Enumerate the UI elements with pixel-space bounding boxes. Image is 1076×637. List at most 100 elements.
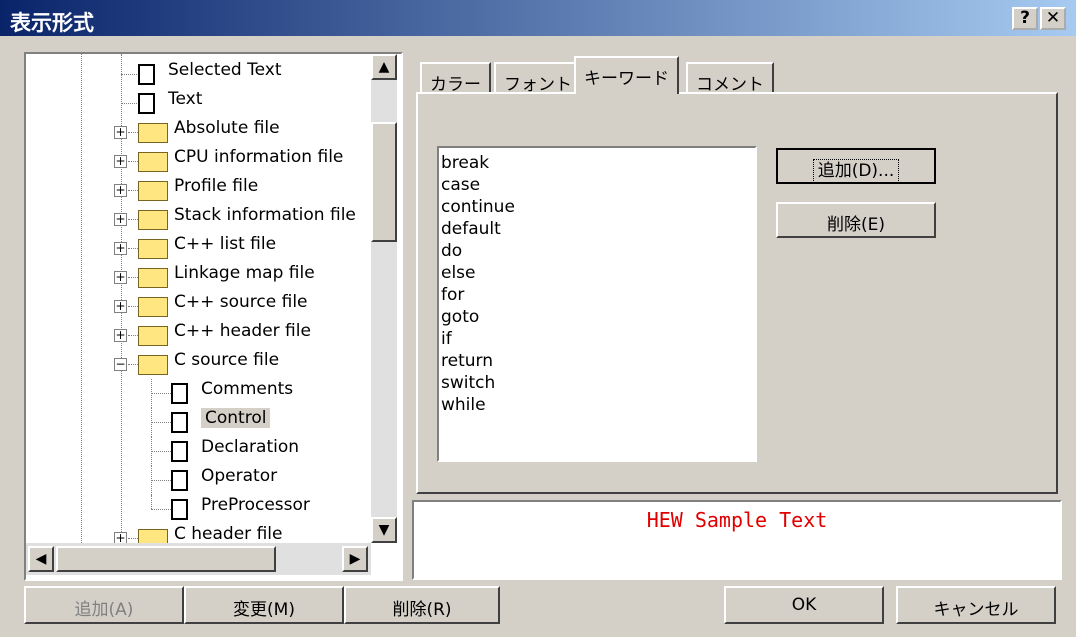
tree-item-label[interactable]: Declaration xyxy=(201,437,299,457)
expand-icon[interactable]: + xyxy=(114,184,127,197)
expand-icon[interactable]: + xyxy=(114,126,127,139)
tree-item-label[interactable]: Selected Text xyxy=(168,60,281,80)
tree-connector xyxy=(151,495,152,509)
expand-icon[interactable]: + xyxy=(114,300,127,313)
tree-connector xyxy=(151,437,152,466)
tree-item-label[interactable]: C header file xyxy=(174,524,282,544)
tree-connector xyxy=(151,408,152,437)
tree-item-label[interactable]: Linkage map file xyxy=(174,263,315,283)
tree-item-label[interactable]: C++ source file xyxy=(174,292,308,312)
tree-connector xyxy=(151,451,171,452)
document-icon xyxy=(171,470,188,491)
close-button[interactable]: ✕ xyxy=(1040,7,1066,30)
document-icon xyxy=(171,412,188,433)
keyword-item[interactable]: goto xyxy=(441,306,753,328)
keyword-add-button[interactable]: 追加(D)... xyxy=(776,148,936,184)
scroll-up-icon[interactable]: ▲ xyxy=(371,54,397,80)
add-label: 追加(A) xyxy=(74,600,134,620)
tree-item-label[interactable]: CPU information file xyxy=(174,147,343,167)
keyword-list[interactable]: break case continue default do else for goto if r… xyxy=(439,148,755,460)
keyword-remove-label: 削除(E) xyxy=(826,215,885,235)
tree-connector xyxy=(151,466,152,495)
folder-icon xyxy=(138,326,168,346)
keyword-remove-button[interactable]: 削除(E) xyxy=(776,202,936,238)
keyword-item[interactable]: case xyxy=(441,174,753,196)
expand-icon[interactable]: + xyxy=(114,242,127,255)
tree-item-label[interactable]: Comments xyxy=(201,379,293,399)
tree-connector xyxy=(128,364,138,365)
folder-icon xyxy=(138,123,168,143)
folder-icon xyxy=(138,355,168,375)
change-label: 変更(M) xyxy=(233,600,295,620)
tree-connector xyxy=(128,538,138,539)
title-bar: 表示形式 xyxy=(0,0,1076,36)
tree-item-label[interactable]: Absolute file xyxy=(174,118,280,138)
keyword-item[interactable]: for xyxy=(441,284,753,306)
keyword-item[interactable]: return xyxy=(441,350,753,372)
tree-connector xyxy=(128,248,138,249)
tree-view[interactable]: Selected Text Text + Absolute file + CPU info… xyxy=(26,54,401,579)
scroll-left-icon[interactable]: ◀ xyxy=(28,546,54,572)
folder-icon xyxy=(138,181,168,201)
tree-connector xyxy=(81,54,82,543)
tab-color[interactable]: カラー xyxy=(420,62,491,95)
folder-icon xyxy=(138,297,168,317)
remove-button[interactable]: 削除(R) xyxy=(344,586,500,624)
tree-connector xyxy=(128,277,138,278)
keyword-item[interactable]: do xyxy=(441,240,753,262)
hscroll-thumb[interactable] xyxy=(56,546,276,572)
scroll-down-icon[interactable]: ▼ xyxy=(371,517,397,543)
tree-item-label[interactable]: Control xyxy=(201,408,271,428)
tree-connector xyxy=(128,335,138,336)
tree-connector xyxy=(151,480,171,481)
keyword-item[interactable]: else xyxy=(441,262,753,284)
tree-item-label[interactable]: C source file xyxy=(174,350,279,370)
help-button[interactable]: ? xyxy=(1012,7,1038,30)
window-title: 表示形式 xyxy=(10,11,94,35)
document-icon xyxy=(138,93,155,114)
tree-item-label[interactable]: Profile file xyxy=(174,176,258,196)
sample-text: HEW Sample Text xyxy=(414,502,1060,578)
tree-hscrollbar[interactable]: ◀ ▶ xyxy=(26,543,371,575)
keyword-item[interactable]: continue xyxy=(441,196,753,218)
expand-icon[interactable]: + xyxy=(114,155,127,168)
tree-item-label[interactable]: Operator xyxy=(201,466,277,486)
keyword-item[interactable]: break xyxy=(441,152,753,174)
cancel-button[interactable]: キャンセル xyxy=(896,586,1056,624)
keyword-item[interactable]: switch xyxy=(441,372,753,394)
tab-comment[interactable]: コメント xyxy=(686,62,774,95)
expand-icon[interactable]: + xyxy=(114,329,127,342)
expand-icon[interactable]: + xyxy=(114,213,127,226)
keyword-item[interactable]: default xyxy=(441,218,753,240)
tree-item-label[interactable]: C++ header file xyxy=(174,321,311,341)
document-icon xyxy=(138,64,155,85)
tree-item-label[interactable]: Text xyxy=(168,89,202,109)
tree-connector xyxy=(151,422,171,423)
tree-connector xyxy=(151,379,152,408)
keyword-add-label: 追加(D)... xyxy=(812,159,900,183)
tree-item-label[interactable]: Stack information file xyxy=(174,205,356,225)
tree-connector xyxy=(151,509,171,510)
document-icon xyxy=(171,383,188,404)
scroll-thumb[interactable] xyxy=(371,122,397,242)
tab-keyword[interactable]: キーワード xyxy=(574,56,679,94)
expand-icon[interactable]: + xyxy=(114,271,127,284)
add-button[interactable]: 追加(A) xyxy=(24,586,184,624)
collapse-icon[interactable]: − xyxy=(114,358,127,371)
folder-icon xyxy=(138,210,168,230)
keyword-item[interactable]: while xyxy=(441,394,753,416)
remove-label: 削除(R) xyxy=(392,600,452,620)
change-button[interactable]: 変更(M) xyxy=(184,586,344,624)
tab-label: キーワード xyxy=(584,69,669,89)
tree-vscrollbar[interactable]: ▲ ▼ xyxy=(371,54,397,543)
folder-icon xyxy=(138,268,168,288)
keyword-item[interactable]: if xyxy=(441,328,753,350)
tab-font[interactable]: フォント xyxy=(494,62,582,95)
tree-connector xyxy=(128,219,138,220)
ok-label: OK xyxy=(791,595,817,615)
scroll-right-icon[interactable]: ▶ xyxy=(342,546,368,572)
ok-button[interactable]: OK xyxy=(724,586,884,624)
folder-icon xyxy=(138,152,168,172)
tree-item-label[interactable]: C++ list file xyxy=(174,234,276,254)
tree-item-label[interactable]: PreProcessor xyxy=(201,495,310,515)
